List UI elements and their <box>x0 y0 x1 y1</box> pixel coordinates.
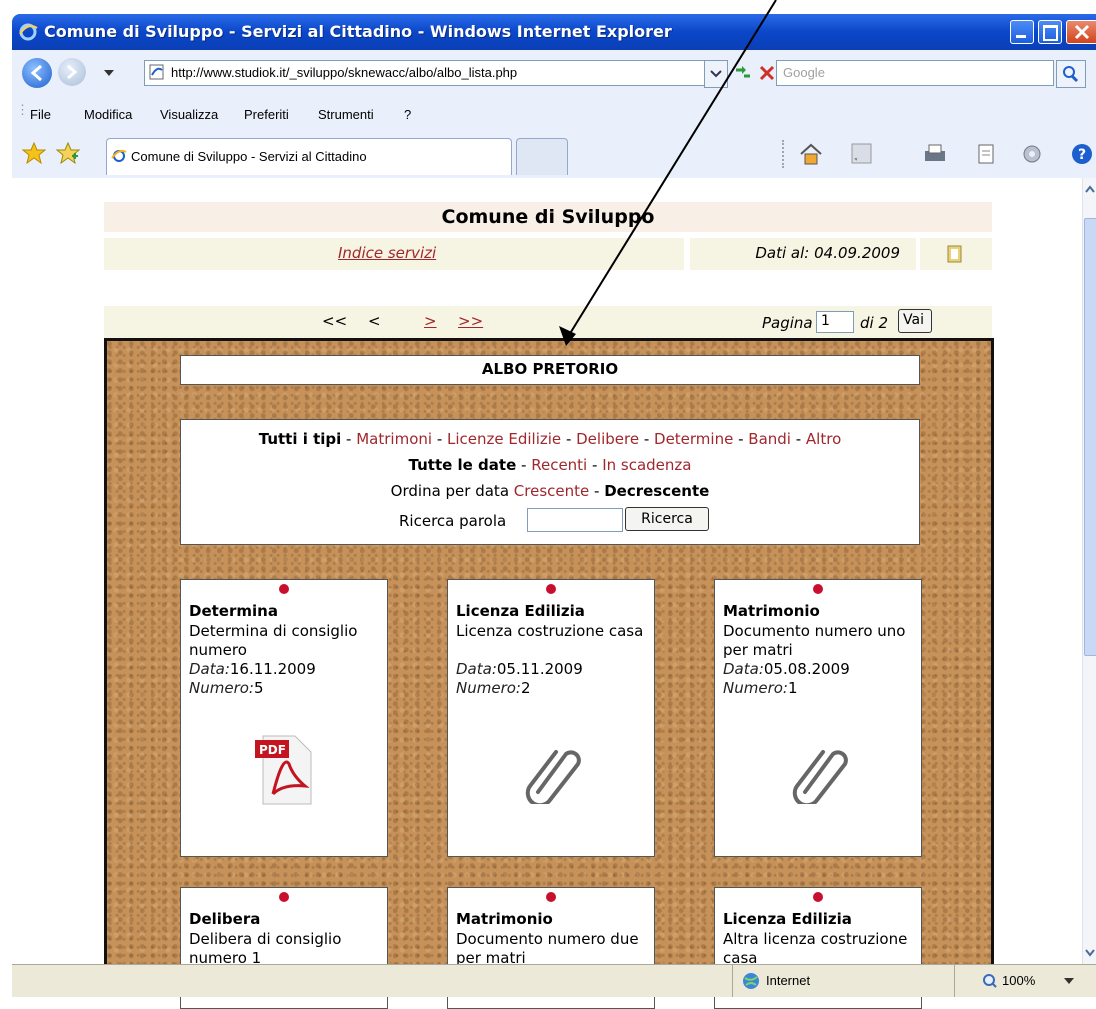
chevron-down-icon <box>1064 978 1074 984</box>
pin-icon <box>813 892 823 902</box>
filter-licenze-edilizie[interactable]: Licenze Edilizie <box>447 430 561 448</box>
card-date: Data:05.08.2009 <box>723 660 850 678</box>
filter-all-dates: Tutte le date <box>408 456 517 474</box>
pin-icon <box>813 584 823 594</box>
card-title: Delibera <box>189 910 261 928</box>
card-determina[interactable]: Determina Determina di consiglio numero … <box>180 579 388 857</box>
filters-box: Tutti i tipi - Matrimoni - Licenze Edili… <box>180 419 920 545</box>
zone-text: Internet <box>766 973 811 988</box>
pin-icon <box>546 892 556 902</box>
zoom-control[interactable]: 100% <box>974 965 1084 997</box>
pin-icon <box>279 892 289 902</box>
order-asc-link[interactable]: Crescente <box>514 482 589 500</box>
card-date: Data:05.11.2009 <box>456 660 583 678</box>
card-number: Numero:5 <box>189 679 264 697</box>
filter-types-row: Tutti i tipi - Matrimoni - Licenze Edili… <box>258 430 842 448</box>
card-title: Licenza Edilizia <box>723 910 852 928</box>
pin-icon <box>546 584 556 594</box>
status-bar: Internet 100% <box>12 964 1096 997</box>
scroll-down-icon[interactable] <box>1084 946 1096 958</box>
card-date: Data:16.11.2009 <box>189 660 316 678</box>
order-label: Ordina per data <box>390 482 510 500</box>
card-description: Documento numero due per matri <box>456 930 639 967</box>
filter-bandi[interactable]: Bandi <box>748 430 791 448</box>
annotation-arrow <box>559 0 777 346</box>
pdf-icon[interactable]: PDF <box>253 734 317 806</box>
filter-all-types: Tutti i tipi <box>258 430 342 448</box>
zoom-level: 100% <box>1002 973 1036 988</box>
card-matrimonio[interactable]: Matrimonio Documento numero uno per matr… <box>714 579 922 857</box>
filter-matrimoni[interactable]: Matrimoni <box>356 430 432 448</box>
board-title: ALBO PRETORIO <box>481 360 619 378</box>
card-title: Matrimonio <box>723 602 820 620</box>
card-title: Determina <box>189 602 278 620</box>
filter-altro[interactable]: Altro <box>806 430 841 448</box>
search-word-label: Ricerca parola <box>399 512 507 530</box>
card-description: Determina di consiglio numero <box>189 622 358 659</box>
card-number: Numero:2 <box>456 679 531 697</box>
card-description: Documento numero uno per matri <box>723 622 906 659</box>
paperclip-icon[interactable] <box>787 740 851 804</box>
albo-board: ALBO PRETORIO Tutti i tipi - Matrimoni -… <box>104 338 994 1009</box>
filter-determine[interactable]: Determine <box>654 430 733 448</box>
status-text-area <box>12 965 733 997</box>
card-title: Licenza Edilizia <box>456 602 585 620</box>
filter-recenti[interactable]: Recenti <box>531 456 587 474</box>
paperclip-icon[interactable] <box>520 740 584 804</box>
card-description: Licenza costruzione casa <box>456 622 644 640</box>
card-description: Altra licenza costruzione casa <box>723 930 908 967</box>
pin-icon <box>279 584 289 594</box>
search-word-input[interactable] <box>527 508 623 532</box>
filter-delibere[interactable]: Delibere <box>576 430 639 448</box>
search-word-button[interactable]: Ricerca <box>625 507 709 531</box>
globe-icon <box>743 973 759 989</box>
card-number: Numero:1 <box>723 679 798 697</box>
zone-area: Internet <box>734 965 955 997</box>
filter-in-scadenza[interactable]: In scadenza <box>602 456 691 474</box>
filter-dates-row: Tutte le date - Recenti - In scadenza <box>408 456 692 474</box>
card-description: Delibera di consiglio numero 1 <box>189 930 342 967</box>
order-row: Ordina per data Crescente - Decrescente <box>390 482 710 500</box>
zoom-icon <box>983 974 997 988</box>
card-title: Matrimonio <box>456 910 553 928</box>
order-desc: Decrescente <box>604 482 710 500</box>
svg-text:PDF: PDF <box>259 743 286 757</box>
card-licenza-edilizia[interactable]: Licenza Edilizia Licenza costruzione cas… <box>447 579 655 857</box>
